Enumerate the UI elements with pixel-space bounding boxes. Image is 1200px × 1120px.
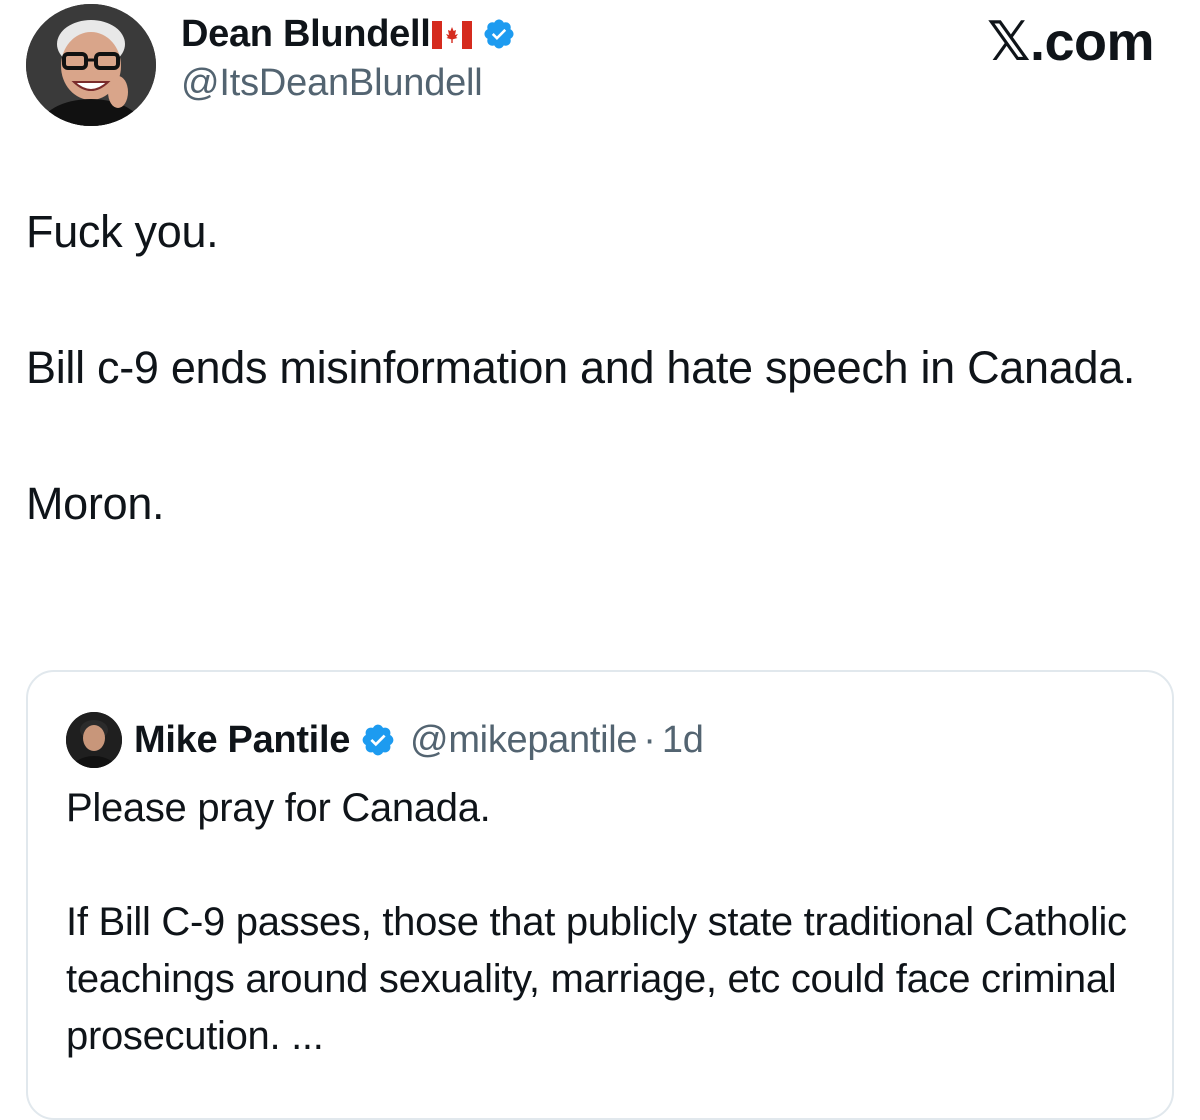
quoted-tweet-header: Mike Pantile @mikepantile · 1d (66, 712, 704, 768)
quoted-timestamp[interactable]: 1d (662, 719, 704, 762)
tweet-text: Fuck you. Bill c-9 ends misinformation a… (26, 198, 1156, 538)
quoted-tweet-card[interactable]: Mike Pantile @mikepantile · 1d Please pr… (26, 670, 1174, 1120)
verified-badge-icon (482, 17, 516, 51)
author-avatar[interactable] (26, 4, 156, 126)
quoted-author-avatar[interactable] (66, 712, 122, 768)
quoted-author-name[interactable]: Mike Pantile (134, 719, 350, 762)
x-logo-icon: 𝕏 (986, 10, 1031, 73)
quoted-paragraph-2: If Bill C-9 passes, those that publicly … (66, 900, 1127, 1058)
author-name[interactable]: Dean Blundell (181, 13, 431, 56)
tweet-line-2: Bill c-9 ends misinformation and hate sp… (26, 342, 1136, 393)
quoted-separator: · (643, 718, 656, 761)
author-name-row: Dean Blundell (181, 10, 516, 58)
quoted-paragraph-1: Please pray for Canada. (66, 786, 491, 830)
quoted-tweet-text: Please pray for Canada. If Bill C-9 pass… (66, 780, 1146, 1065)
site-label-suffix: .com (1029, 12, 1155, 72)
tweet-line-3: Moron. (26, 478, 165, 529)
canada-flag-icon (432, 21, 473, 49)
tweet-line-1: Fuck you. (26, 206, 219, 257)
site-label: 𝕏.com (986, 10, 1155, 73)
author-handle[interactable]: @ItsDeanBlundell (181, 62, 516, 105)
quoted-author-handle[interactable]: @mikepantile (410, 719, 637, 762)
author-block: Dean Blundell @ItsDeanBlundell (181, 10, 516, 105)
quoted-verified-badge-icon (360, 722, 396, 758)
